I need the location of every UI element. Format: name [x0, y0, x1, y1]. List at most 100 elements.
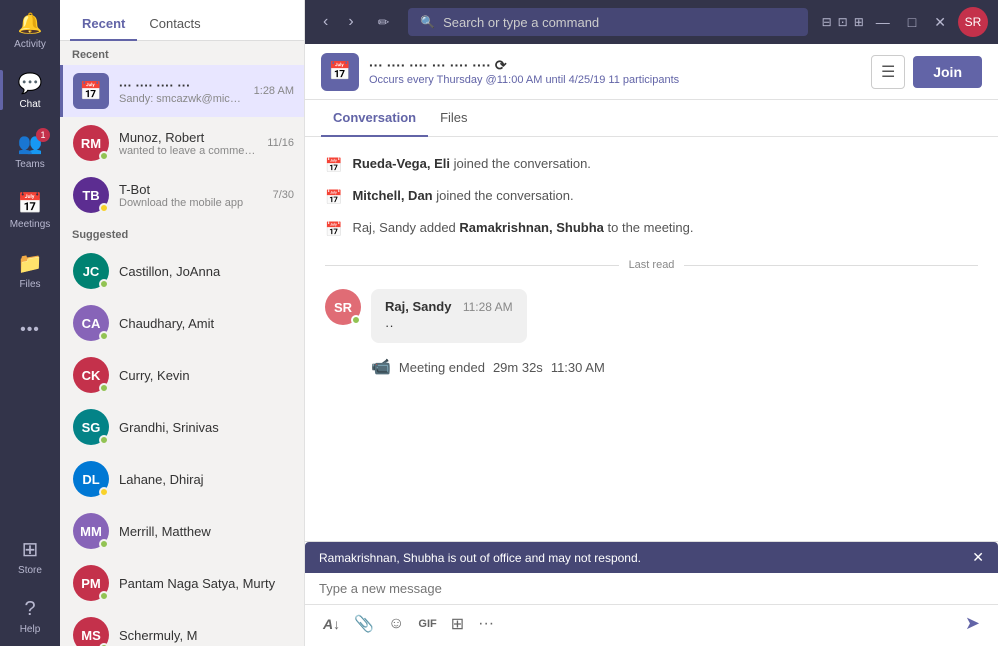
tbot-name: T-Bot [119, 182, 263, 197]
gif-button[interactable]: GIF [414, 614, 440, 634]
munoz-info: Munoz, Robert wanted to leave a comment … [119, 130, 257, 157]
calendar-system-icon-3: 📅 [325, 221, 342, 238]
munoz-sub: wanted to leave a comment on the ... [119, 145, 257, 157]
tab-contacts[interactable]: Contacts [137, 8, 212, 41]
chat-subtitle: Occurs every Thursday @11:00 AM until 4/… [369, 74, 861, 86]
system-msg-2-text: Mitchell, Dan joined the conversation. [352, 188, 573, 203]
tbot-status [99, 203, 109, 213]
nav-item-activity[interactable]: 🔔 Activity [0, 0, 60, 60]
tab-files[interactable]: Files [428, 100, 479, 137]
contact-panel: Recent Contacts Recent 📅 ··· ···· ···· ·… [60, 0, 305, 646]
suggested-pantam[interactable]: PM Pantam Naga Satya, Murty [60, 557, 304, 609]
minimize-button[interactable]: — [870, 10, 896, 34]
message-text: ·· [385, 318, 513, 333]
sender-avatar: SR [325, 289, 361, 325]
suggested-schermuly[interactable]: MS Schermuly, M [60, 609, 304, 646]
chat-header: 📅 ··· ···· ···· ··· ···· ···· ⟳ Occurs e… [305, 44, 998, 100]
nav-item-store[interactable]: ⊞ Store [0, 526, 60, 586]
suggested-grandhi[interactable]: SG Grandhi, Srinivas [60, 401, 304, 453]
restore-button[interactable]: □ [902, 10, 922, 34]
suggested-lahane[interactable]: DL Lahane, Dhiraj [60, 453, 304, 505]
recent-item-tbot[interactable]: TB T-Bot Download the mobile app 7/30 [60, 169, 304, 221]
system-msg-1-text: Rueda-Vega, Eli joined the conversation. [352, 156, 590, 171]
calendar-avatar: 📅 [73, 73, 109, 109]
last-read-label: Last read [629, 259, 675, 271]
activity-icon: 🔔 [18, 11, 43, 36]
back-button[interactable]: ‹ [315, 9, 336, 35]
chat-title: ··· ···· ···· ··· ···· ···· ⟳ [369, 57, 861, 74]
suggested-label: Suggested [60, 221, 304, 245]
message-meta: Raj, Sandy 11:28 AM [385, 299, 513, 314]
more-options-icon: ⊞ [854, 15, 864, 29]
join-button[interactable]: Join [913, 56, 982, 88]
chat-footer: Ramakrishnan, Shubha is out of office an… [305, 541, 998, 646]
nav-label-chat: Chat [19, 99, 40, 110]
ooo-close-button[interactable]: ✕ [972, 549, 984, 566]
panel-tabs: Recent Contacts [60, 0, 304, 41]
main-area: ‹ › ✏ 🔍 Search or type a command ⊟ ⊡ ⊞ —… [305, 0, 998, 646]
message-toolbar: A↓ 📎 ☺ GIF ⊞ ··· ➤ [305, 605, 998, 646]
grandhi-status [99, 435, 109, 445]
nav-item-help[interactable]: ? Help [0, 586, 60, 646]
recent-item-sub: Sandy: smcazwk@microsoft.com [119, 93, 244, 105]
chaudhary-name: Chaudhary, Amit [119, 316, 294, 331]
recent-label: Recent [60, 41, 304, 65]
nav-label-store: Store [18, 565, 42, 576]
nav-label-activity: Activity [14, 39, 46, 50]
pantam-name: Pantam Naga Satya, Murty [119, 576, 294, 591]
menu-button[interactable]: ☰ [871, 55, 905, 89]
recent-item-munoz[interactable]: RM Munoz, Robert wanted to leave a comme… [60, 117, 304, 169]
more-toolbar-button[interactable]: ··· [474, 611, 498, 637]
help-icon: ? [24, 598, 35, 621]
suggested-merrill[interactable]: MM Merrill, Matthew [60, 505, 304, 557]
format-button[interactable]: A↓ [319, 612, 344, 636]
curry-avatar: CK [73, 357, 109, 393]
suggested-castillon[interactable]: JC Castillon, JoAnna [60, 245, 304, 297]
topbar-nav: ‹ › [315, 9, 362, 35]
nav-label-files: Files [19, 279, 40, 290]
curry-name: Curry, Kevin [119, 368, 294, 383]
message-sender: Raj, Sandy [385, 299, 451, 314]
message-input[interactable] [319, 581, 984, 596]
meetings-icon: 📅 [18, 191, 43, 216]
curry-status [99, 383, 109, 393]
grandhi-name: Grandhi, Srinivas [119, 420, 294, 435]
lahane-name: Lahane, Dhiraj [119, 472, 294, 487]
chat-icon: 💬 [18, 71, 43, 96]
munoz-avatar: RM [73, 125, 109, 161]
nav-item-chat[interactable]: 💬 Chat [0, 60, 60, 120]
sticker-button[interactable]: ⊞ [447, 610, 468, 638]
tab-recent[interactable]: Recent [70, 8, 137, 41]
attach-button[interactable]: 📎 [350, 610, 378, 638]
close-button[interactable]: ✕ [928, 10, 952, 35]
calendar-system-icon: 📅 [325, 157, 342, 174]
tbot-sub: Download the mobile app [119, 197, 263, 209]
castillon-avatar: JC [73, 253, 109, 289]
topbar-right: ⊟ ⊡ ⊞ — □ ✕ SR [822, 7, 988, 37]
user-avatar[interactable]: SR [958, 7, 988, 37]
nav-item-teams[interactable]: 👥 Teams 1 [0, 120, 60, 180]
forward-button[interactable]: › [340, 9, 361, 35]
suggested-curry[interactable]: CK Curry, Kevin [60, 349, 304, 401]
recent-item-info: ··· ···· ···· ··· Sandy: smcazwk@microso… [119, 78, 244, 105]
nav-item-more[interactable]: ••• [0, 300, 60, 360]
merrill-status [99, 539, 109, 549]
emoji-button[interactable]: ☺ [384, 611, 408, 637]
nav-item-meetings[interactable]: 📅 Meetings [0, 180, 60, 240]
compose-button[interactable]: ✏ [370, 10, 398, 35]
system-msg-3: 📅 Raj, Sandy added Ramakrishnan, Shubha … [325, 217, 978, 241]
meeting-ended-time: 11:30 AM [551, 360, 605, 375]
screen-icon: ⊡ [838, 15, 848, 29]
merrill-avatar: MM [73, 513, 109, 549]
send-button[interactable]: ➤ [961, 609, 984, 638]
schermuly-name: Schermuly, M [119, 628, 294, 643]
castillon-name: Castillon, JoAnna [119, 264, 294, 279]
tab-conversation[interactable]: Conversation [321, 100, 428, 137]
pantam-status [99, 591, 109, 601]
recent-item-meeting1[interactable]: 📅 ··· ···· ···· ··· Sandy: smcazwk@micro… [60, 65, 304, 117]
suggested-chaudhary[interactable]: CA Chaudhary, Amit [60, 297, 304, 349]
nav-item-files[interactable]: 📁 Files [0, 240, 60, 300]
schermuly-avatar: MS [73, 617, 109, 646]
panel-scroll: Recent 📅 ··· ···· ···· ··· Sandy: smcazw… [60, 41, 304, 646]
teams-badge: 1 [36, 128, 50, 142]
